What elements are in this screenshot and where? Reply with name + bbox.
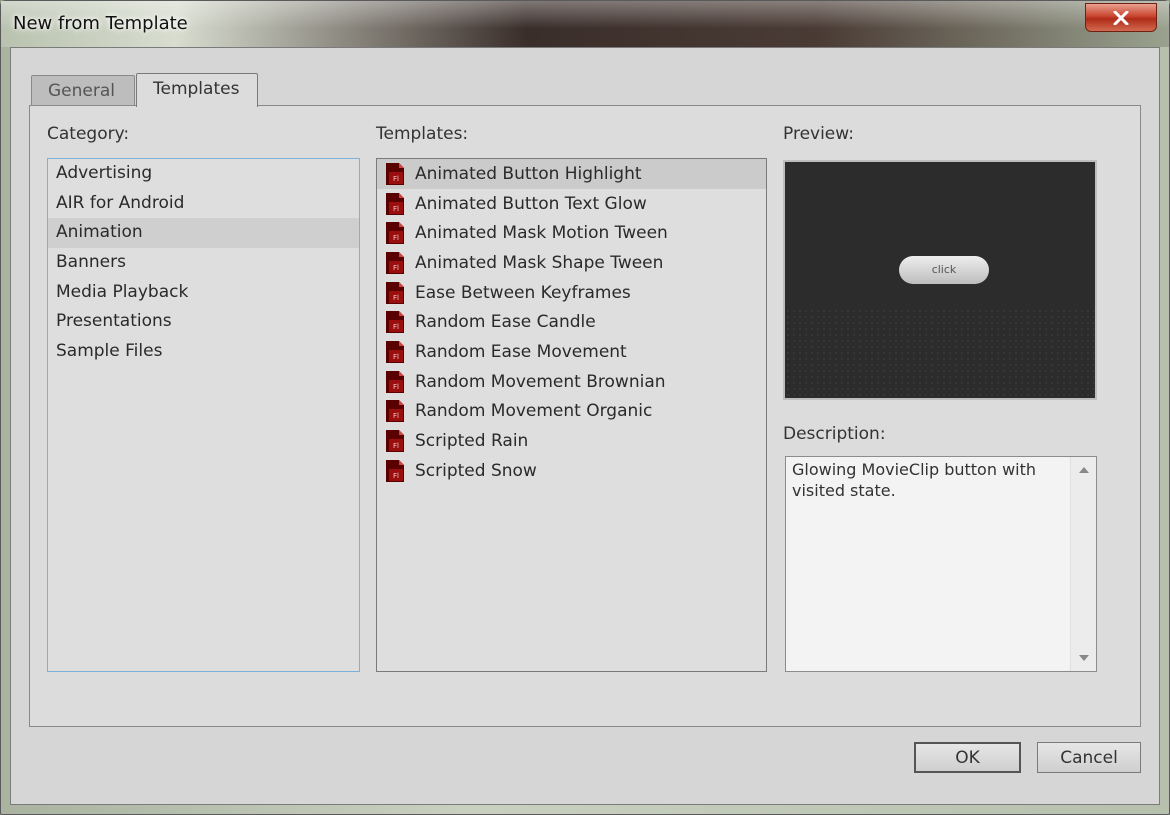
flash-file-icon: Fl [383, 281, 407, 305]
description-box[interactable]: Glowing MovieClip button with visited st… [785, 456, 1097, 672]
template-item-label: Random Movement Brownian [415, 371, 666, 392]
preview-image: click [783, 160, 1097, 400]
flash-file-icon: Fl [383, 340, 407, 364]
templates-label: Templates: [376, 124, 469, 144]
svg-text:Fl: Fl [393, 353, 399, 361]
description-scrollbar[interactable] [1070, 457, 1096, 671]
svg-text:Fl: Fl [393, 412, 399, 420]
preview-click-button: click [899, 256, 989, 284]
description-text: Glowing MovieClip button with visited st… [792, 460, 1037, 500]
template-item[interactable]: Fl Random Movement Organic [377, 397, 766, 427]
close-icon [1113, 10, 1129, 25]
template-item-label: Animated Mask Shape Tween [415, 252, 664, 273]
tab-general[interactable]: General [31, 75, 135, 107]
template-item-label: Scripted Rain [415, 431, 529, 452]
svg-text:Fl: Fl [393, 383, 399, 391]
category-item-presentations[interactable]: Presentations [48, 307, 359, 337]
category-item-sample-files[interactable]: Sample Files [48, 337, 359, 367]
category-item-air-for-android[interactable]: AIR for Android [48, 189, 359, 219]
tab-templates[interactable]: Templates [136, 73, 258, 107]
template-item-label: Ease Between Keyframes [415, 282, 631, 303]
template-item[interactable]: Fl Animated Mask Motion Tween [377, 218, 766, 248]
window-title: New from Template [13, 13, 188, 34]
template-item[interactable]: Fl Ease Between Keyframes [377, 278, 766, 308]
category-item-media-playback[interactable]: Media Playback [48, 278, 359, 308]
svg-text:Fl: Fl [393, 234, 399, 242]
svg-text:Fl: Fl [393, 175, 399, 183]
template-item[interactable]: Fl Scripted Rain [377, 426, 766, 456]
template-item[interactable]: Fl Random Movement Brownian [377, 367, 766, 397]
category-list[interactable]: Advertising AIR for Android Animation Ba… [47, 158, 360, 672]
flash-file-icon: Fl [383, 192, 407, 216]
scroll-down-icon[interactable] [1079, 655, 1089, 661]
scroll-up-icon[interactable] [1079, 467, 1089, 473]
template-item-label: Random Ease Candle [415, 312, 596, 333]
svg-text:Fl: Fl [393, 294, 399, 302]
flash-file-icon: Fl [383, 251, 407, 275]
template-item[interactable]: Fl Random Ease Candle [377, 307, 766, 337]
flash-file-icon: Fl [383, 310, 407, 334]
category-item-animation[interactable]: Animation [48, 218, 359, 249]
category-item-banners[interactable]: Banners [48, 248, 359, 278]
preview-label: Preview: [783, 124, 854, 144]
template-item-label: Random Movement Organic [415, 401, 653, 422]
template-item[interactable]: Fl Scripted Snow [377, 456, 766, 486]
category-label: Category: [47, 124, 130, 144]
dialog-body: General Templates Category: Templates: P… [10, 47, 1160, 805]
description-label: Description: [783, 424, 886, 444]
flash-file-icon: Fl [383, 429, 407, 453]
svg-text:Fl: Fl [393, 264, 399, 272]
close-button[interactable] [1085, 3, 1157, 32]
svg-text:Fl: Fl [393, 442, 399, 450]
template-item[interactable]: Fl Random Ease Movement [377, 337, 766, 367]
dialog-window: New from Template General Templates Cate… [0, 0, 1170, 815]
template-item-label: Animated Button Text Glow [415, 193, 647, 214]
templates-panel: Category: Templates: Preview: Advertisin… [29, 105, 1141, 727]
category-item-advertising[interactable]: Advertising [48, 159, 359, 189]
svg-text:Fl: Fl [393, 205, 399, 213]
template-item[interactable]: Fl Animated Button Highlight [377, 159, 766, 189]
template-item[interactable]: Fl Animated Mask Shape Tween [377, 248, 766, 278]
template-item-label: Animated Button Highlight [415, 163, 642, 184]
template-item-label: Animated Mask Motion Tween [415, 223, 668, 244]
flash-file-icon: Fl [383, 459, 407, 483]
cancel-button[interactable]: Cancel [1037, 742, 1141, 773]
title-bar[interactable]: New from Template [1, 1, 1169, 47]
template-item[interactable]: Fl Animated Button Text Glow [377, 189, 766, 219]
flash-file-icon: Fl [383, 162, 407, 186]
flash-file-icon: Fl [383, 221, 407, 245]
flash-file-icon: Fl [383, 370, 407, 394]
templates-list[interactable]: Fl Animated Button Highlight Fl Animated Bu… [376, 158, 767, 672]
template-item-label: Scripted Snow [415, 460, 537, 481]
svg-text:Fl: Fl [393, 323, 399, 331]
ok-button[interactable]: OK [914, 742, 1021, 773]
svg-text:Fl: Fl [393, 472, 399, 480]
template-item-label: Random Ease Movement [415, 341, 627, 362]
flash-file-icon: Fl [383, 399, 407, 423]
